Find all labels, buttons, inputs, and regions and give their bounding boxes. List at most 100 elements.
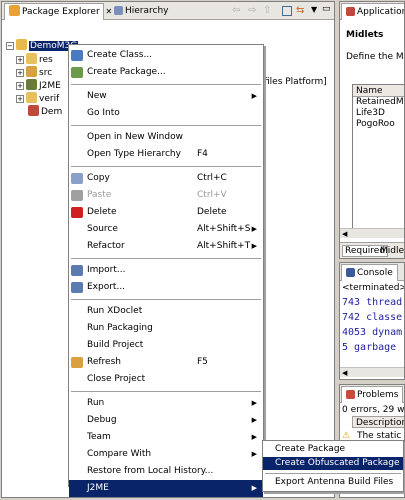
expand-icon[interactable]: + — [16, 82, 24, 90]
expand-icon[interactable]: + — [16, 69, 24, 77]
menu-item-delete[interactable]: Delete Delete — [69, 204, 263, 221]
menu-item-label: Paste — [87, 190, 112, 200]
menu-item-paste[interactable]: Paste Ctrl+V — [69, 187, 263, 204]
class-icon — [71, 50, 83, 61]
menu-item-label: Run — [87, 398, 105, 408]
menu-item-run-xdoclet[interactable]: Run XDoclet — [69, 303, 263, 320]
minimize-icon[interactable]: ▭ — [322, 4, 331, 14]
package-explorer-icon — [9, 5, 20, 16]
menu-item-label: Create Class... — [87, 50, 153, 60]
submenu-item-export-antenna-build-files[interactable]: Export Antenna Build Files — [263, 476, 403, 489]
library-icon — [26, 79, 37, 90]
menu-item-shortcut: F5 — [197, 357, 208, 367]
horizontal-scrollbar[interactable]: ◀ — [340, 228, 404, 238]
tree-item-descriptor[interactable]: Dem — [28, 105, 62, 117]
console-view: Console <terminated> Pc 743 thread 742 c… — [339, 262, 405, 380]
console-line: 743 thread — [342, 297, 403, 308]
menu-item-label: Run Packaging — [87, 323, 153, 333]
up-arrow-icon[interactable]: ⇧ — [263, 5, 271, 16]
menu-item-label: Create Package... — [87, 67, 166, 77]
menu-separator — [71, 258, 261, 259]
menu-item-team[interactable]: Team ▶ — [69, 429, 263, 446]
folder-icon — [26, 92, 37, 103]
scroll-left-icon[interactable]: ◀ — [340, 369, 347, 377]
menu-item-refactor[interactable]: Refactor Alt+Shift+T ▶ — [69, 238, 263, 255]
tab-application-descriptor[interactable]: Application D — [341, 3, 404, 20]
collapse-all-icon[interactable] — [282, 6, 292, 16]
menu-item-copy[interactable]: Copy Ctrl+C — [69, 170, 263, 187]
menu-item-run[interactable]: Run ▶ — [69, 395, 263, 412]
tree-item-label: Dem — [41, 107, 63, 117]
tree-item-label: J2ME — [39, 81, 61, 91]
menu-item-export[interactable]: Export... — [69, 279, 263, 296]
table-header-name[interactable]: Name — [353, 85, 404, 97]
menu-separator — [71, 125, 261, 126]
menu-item-create-package[interactable]: Create Package... — [69, 64, 263, 81]
tab-package-explorer[interactable]: Package Explorer ✕ — [4, 3, 112, 20]
menu-item-label: J2ME — [87, 483, 109, 493]
menu-item-label: Export... — [87, 282, 126, 292]
menu-item-create-class[interactable]: Create Class... — [69, 47, 263, 64]
menu-item-open-in-new-window[interactable]: Open in New Window — [69, 129, 263, 146]
tree-item-res[interactable]: + res — [16, 53, 53, 65]
hierarchy-tab-label: Hierarchy — [125, 6, 169, 16]
menu-separator — [71, 299, 261, 300]
menu-separator — [71, 84, 261, 85]
menu-item-source[interactable]: Source Alt+Shift+S ▶ — [69, 221, 263, 238]
context-menu: Create Class... Create Package... New ▶ Go I… — [68, 44, 264, 497]
table-row[interactable]: RetainedMo — [353, 97, 404, 108]
menu-item-label: Open Type Hierarchy — [87, 149, 181, 159]
menu-item-close-project[interactable]: Close Project — [69, 371, 263, 388]
link-editor-icon[interactable]: ⇆ — [296, 5, 304, 16]
tab-hierarchy[interactable]: Hierarchy — [110, 3, 173, 20]
submenu-item-label: Export Antenna Build Files — [275, 477, 394, 487]
expand-icon[interactable]: + — [16, 95, 24, 103]
console-line: 742 classe — [342, 312, 403, 323]
tree-item-label: src — [39, 68, 53, 78]
menu-item-restore-from-local-history[interactable]: Restore from Local History... — [69, 463, 263, 480]
tab-midlets[interactable]: Midlet — [380, 246, 404, 256]
menu-item-label: Compare With — [87, 449, 152, 459]
table-row[interactable]: PogoRoo — [353, 119, 404, 130]
menu-item-shortcut: Ctrl+C — [197, 173, 227, 183]
menu-item-run-packaging[interactable]: Run Packaging — [69, 320, 263, 337]
menu-item-new[interactable]: New ▶ — [69, 88, 263, 105]
console-scrollbar[interactable]: ◀ — [340, 367, 404, 377]
tree-item-j2me[interactable]: + J2ME — [16, 79, 61, 91]
menu-item-label: Go Into — [87, 108, 120, 118]
menu-item-debug[interactable]: Debug ▶ — [69, 412, 263, 429]
menu-item-compare-with[interactable]: Compare With ▶ — [69, 446, 263, 463]
submenu-arrow-icon: ▶ — [251, 450, 257, 458]
editor-bottom-tabs: Required Midlet — [340, 242, 404, 258]
menu-item-j2me[interactable]: J2ME ▶ — [69, 480, 263, 497]
submenu-item-create-package[interactable]: Create Package — [263, 443, 403, 456]
scroll-left-icon[interactable]: ◀ — [340, 230, 347, 238]
forward-arrow-icon[interactable]: ⇨ — [248, 5, 256, 16]
tab-problems[interactable]: Problems — [341, 386, 404, 403]
submenu-item-create-obfuscated-package[interactable]: Create Obfuscated Package — [263, 457, 403, 470]
problems-column-header[interactable]: Description — [352, 416, 404, 428]
menu-item-label: Delete — [87, 207, 117, 217]
menu-item-import[interactable]: Import... — [69, 262, 263, 279]
menu-item-shortcut: Alt+Shift+S — [197, 224, 251, 234]
menu-separator — [71, 391, 261, 392]
tree-item-verified[interactable]: + verif — [16, 92, 59, 104]
back-arrow-icon[interactable]: ⇦ — [232, 5, 240, 16]
tab-console[interactable]: Console — [341, 264, 398, 281]
tree-item-label: verif — [39, 94, 60, 104]
menu-item-refresh[interactable]: Refresh F5 — [69, 354, 263, 371]
menu-item-build-project[interactable]: Build Project — [69, 337, 263, 354]
collapse-icon[interactable]: − — [6, 42, 14, 50]
package-explorer-tab-label: Package Explorer — [22, 7, 100, 17]
menu-item-open-type-hierarchy[interactable]: Open Type Hierarchy F4 — [69, 146, 263, 163]
menu-item-label: Open in New Window — [87, 132, 183, 142]
submenu-arrow-icon: ▶ — [251, 416, 257, 424]
menu-item-label: Refresh — [87, 357, 121, 367]
view-menu-icon[interactable]: ▼ — [311, 5, 317, 14]
menu-item-go-into[interactable]: Go Into — [69, 105, 263, 122]
tree-item-src[interactable]: + src — [16, 66, 52, 78]
expand-icon[interactable]: + — [16, 56, 24, 64]
refresh-icon — [71, 357, 83, 368]
table-row[interactable]: Life3D — [353, 108, 404, 119]
menu-item-shortcut: Delete — [197, 207, 227, 217]
